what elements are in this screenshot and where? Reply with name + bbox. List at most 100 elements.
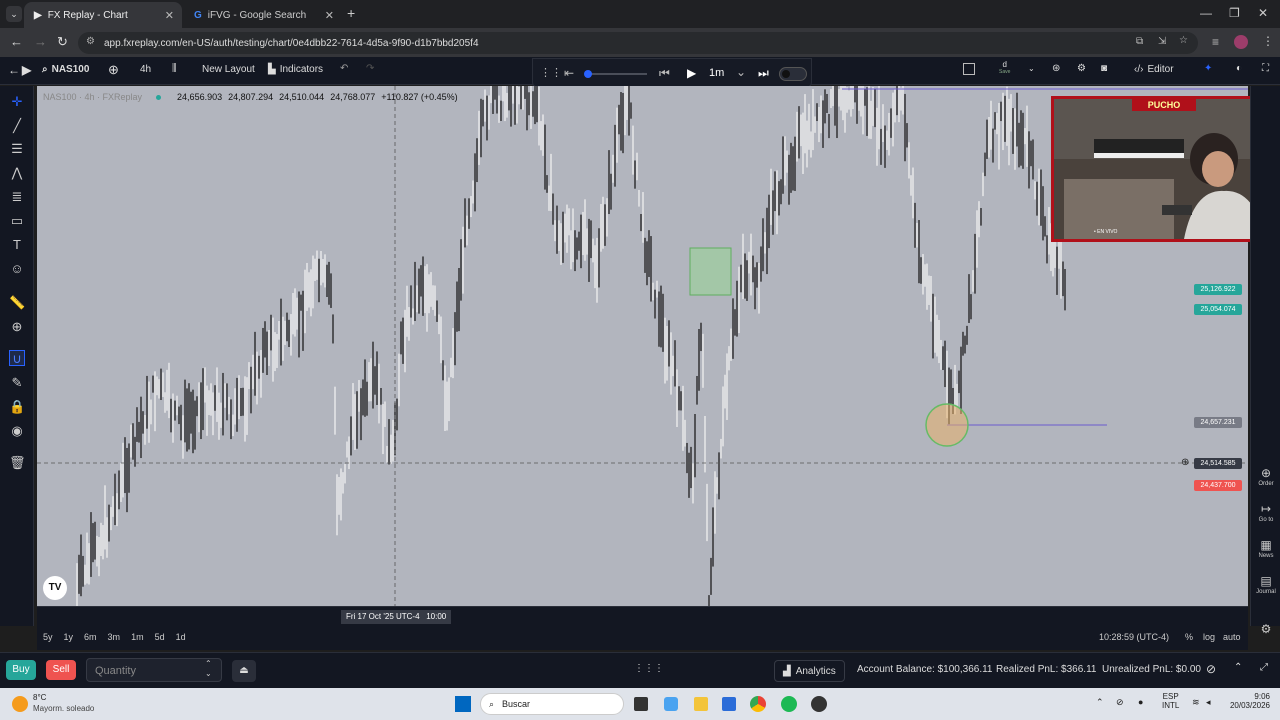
auto-toggle[interactable] [779,67,807,81]
mic-icon[interactable]: ● [1138,697,1143,707]
tab-fx-replay[interactable]: ▶ FX Replay - Chart ✕ [24,2,182,28]
chrome-icon[interactable] [750,696,766,712]
network-icon[interactable]: ⊘ [1116,697,1124,708]
fib-icon[interactable]: ≣ [9,189,25,205]
horizontal-lines-icon[interactable]: ☰ [9,141,25,157]
step-back-icon[interactable]: ⏮ [659,66,670,81]
emoji-icon[interactable]: ☺ [9,261,25,277]
replay-slider[interactable] [584,70,647,78]
camera-icon[interactable]: ◙ [1101,63,1107,74]
symbol-search[interactable]: ⌕ NAS100 [42,64,89,75]
close-icon[interactable]: ✕ [325,9,334,22]
journal-button[interactable]: ▤ Journal [1251,574,1280,595]
chart-settings-icon[interactable]: ⚙ [1251,622,1280,636]
tab-search-button[interactable]: ⌄ [6,6,22,22]
order-button[interactable]: ⊕ Order [1251,466,1280,487]
rectangle-icon[interactable]: ▭ [9,213,25,229]
new-tab-icon[interactable]: + [347,5,355,21]
add-symbol-icon[interactable]: ⊕ [108,62,119,78]
hide-eye-icon[interactable]: ⊘ [1206,662,1216,676]
sell-button[interactable]: Sell [46,660,76,680]
grid-icon[interactable]: ⋮⋮⋮ [634,663,664,674]
translate-icon[interactable]: ⧉ [1136,36,1143,47]
range-1m[interactable]: 1m [131,632,144,642]
step-forward-icon[interactable]: ⏭ [758,66,769,81]
lock-icon[interactable]: ⏏ [232,660,256,682]
crosshair-icon[interactable]: ✛ [9,94,25,110]
bookmark-icon[interactable]: ☆ [1179,35,1188,46]
range-3m[interactable]: 3m [108,632,121,642]
text-icon[interactable]: T [9,237,25,253]
quantity-field[interactable]: Quantity ⌃ ⌄ [86,658,222,682]
trendline-icon[interactable]: ╱ [9,118,25,134]
save-button[interactable]: d Save [999,60,1010,75]
site-info-icon[interactable]: ⚙ [86,36,95,47]
tray-chevron-icon[interactable]: ⌃ [1096,697,1104,708]
profile-avatar[interactable] [1234,35,1248,49]
minimize-icon[interactable]: — [1200,6,1212,20]
forward-icon[interactable]: → [34,34,47,49]
range-5d[interactable]: 5d [155,632,165,642]
close-icon[interactable]: ✕ [165,9,174,22]
trash-icon[interactable]: 🗑 [9,455,26,471]
theme-icon[interactable]: ◐ [1236,63,1242,74]
expand-icon[interactable]: ⤢ [1260,662,1268,673]
settings-icon[interactable]: ⚙ [1077,63,1086,74]
taskbar-search[interactable]: ⌕ Buscar [480,693,624,715]
play-icon[interactable]: ▶ [687,66,696,80]
lock-icon[interactable]: 🔒 [9,399,25,415]
auto-scale-toggle[interactable]: auto [1223,632,1241,642]
redo-icon[interactable]: ↷ [366,63,374,74]
pencil-lock-icon[interactable]: ✎ [9,375,25,391]
obs-icon[interactable] [811,696,827,712]
wifi-icon[interactable]: ≋ [1192,697,1200,708]
analytics-button[interactable]: ▟ Analytics [774,660,845,682]
stepper-up-icon[interactable]: ⌃ [205,659,212,668]
editor-button[interactable]: ‹/› Editor [1134,64,1174,75]
weather-icon[interactable] [12,696,28,712]
alert-icon[interactable]: ⊛ [1052,63,1060,74]
zoom-icon[interactable]: ⊕ [9,319,25,335]
magic-icon[interactable]: ✦ [1204,63,1212,74]
ruler-icon[interactable]: 📏 [9,295,25,311]
jump-start-icon[interactable]: ⇤ [564,66,574,80]
buy-button[interactable]: Buy [6,660,36,680]
media-icon[interactable]: ≡ [1212,35,1219,49]
back-arrow-icon[interactable]: ← [8,63,20,77]
goto-button[interactable]: ↦ Go to [1251,502,1280,523]
log-scale-toggle[interactable]: log [1203,632,1215,642]
stepper-down-icon[interactable]: ⌄ [205,669,212,678]
back-icon[interactable]: ← [10,34,23,49]
reload-icon[interactable]: ↻ [57,34,68,50]
restore-icon[interactable]: ❐ [1229,6,1240,20]
interval-button[interactable]: 4h [140,64,151,75]
range-1y[interactable]: 1y [64,632,74,642]
add-order-icon[interactable]: ⊕ [1181,457,1189,468]
slider-handle[interactable] [584,70,592,78]
news-button[interactable]: ▦ News [1251,538,1280,559]
range-6m[interactable]: 6m [84,632,97,642]
language-indicator[interactable]: ESP INTL [1162,692,1179,710]
store-icon[interactable] [722,697,736,711]
chevron-up-icon[interactable]: ⌃ [1234,662,1242,673]
pitchfork-icon[interactable]: ⋀ [9,165,25,181]
spotify-icon[interactable] [781,696,797,712]
volume-icon[interactable]: ◂ [1206,697,1211,708]
chevron-down-icon[interactable]: ⌄ [1028,64,1035,73]
range-1d[interactable]: 1d [176,632,186,642]
speed-select[interactable]: 1m [709,67,724,79]
range-5y[interactable]: 5y [43,632,53,642]
eye-icon[interactable]: ◉ [9,423,25,439]
candle-type-icon[interactable]: ⫼ [172,63,177,74]
new-layout-button[interactable]: New Layout [202,64,255,75]
task-view-icon[interactable] [634,697,648,711]
undo-icon[interactable]: ↶ [340,63,348,74]
percent-scale-toggle[interactable]: % [1185,632,1193,642]
file-explorer-icon[interactable] [694,697,708,711]
copilot-icon[interactable] [664,697,678,711]
install-icon[interactable]: ⇲ [1158,36,1166,47]
window-close-icon[interactable]: ✕ [1258,6,1268,20]
system-clock[interactable]: 9:06 20/03/2026 [1226,692,1270,710]
layout-icon[interactable] [963,63,975,75]
tab-google-search[interactable]: G iFVG - Google Search ✕ [184,2,342,28]
